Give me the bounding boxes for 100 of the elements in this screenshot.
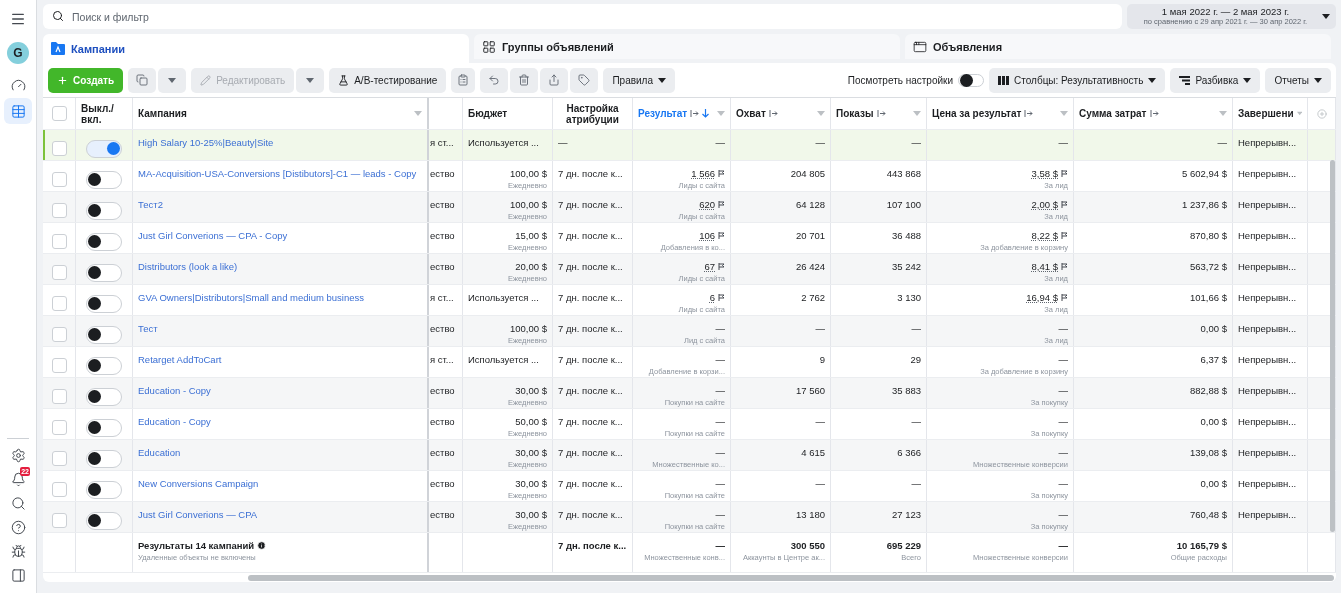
campaign-name[interactable]: New Conversions Campaign: [138, 478, 259, 489]
reach-value: 17 560: [795, 385, 825, 396]
ab-test-button[interactable]: A/B-тестирование: [329, 67, 447, 93]
reports-button[interactable]: Отчеты: [1265, 67, 1331, 93]
toggle-switch[interactable]: [86, 387, 122, 406]
row-checkbox[interactable]: [51, 296, 67, 311]
budget-amount: 50,00 $: [515, 416, 547, 427]
column-header[interactable]: Цена за результат: [932, 108, 1022, 119]
campaign-name[interactable]: MA-Acquisition-USA-Conversions [Distibutors]-C1 — leads - Copy: [138, 168, 417, 179]
info-icon[interactable]: [257, 541, 267, 550]
campaign-name[interactable]: GVA Owners|Distributors|Small and medium business: [138, 292, 364, 303]
campaign-name[interactable]: Тест: [138, 323, 158, 334]
breakdown-button[interactable]: Разбивка: [1170, 67, 1261, 93]
export-icon: [548, 74, 561, 86]
select-all-checkbox[interactable]: [51, 106, 67, 121]
cut-cell-text: ество: [430, 323, 455, 334]
columns-icon: [998, 75, 1010, 85]
row-checkbox[interactable]: [51, 265, 67, 280]
campaign-name[interactable]: High Salary 10-25%|Beauty|Site: [138, 137, 274, 148]
rules-button[interactable]: Правила: [603, 67, 675, 93]
arrow-icon: [690, 110, 700, 117]
column-header[interactable]: Настройка атрибуции: [558, 102, 627, 125]
toggle-switch[interactable]: [958, 73, 985, 87]
search-field[interactable]: Поиск и фильтр: [43, 4, 1122, 29]
row-checkbox[interactable]: [51, 513, 67, 528]
column-header[interactable]: Кампания: [138, 108, 187, 119]
campaign-name[interactable]: Retarget AddToCart: [138, 354, 222, 365]
spent-value: 139,08 $: [1190, 447, 1227, 458]
undo-button[interactable]: [480, 67, 509, 93]
campaign-name[interactable]: Education - Copy: [138, 385, 211, 396]
column-header[interactable]: Завершени: [1238, 108, 1294, 119]
export-button[interactable]: [540, 67, 569, 93]
column-header[interactable]: Бюджет: [468, 108, 508, 119]
scrollbar[interactable]: [1330, 160, 1335, 532]
cut-cell-text: ество: [430, 509, 455, 520]
row-checkbox[interactable]: [51, 420, 67, 435]
toggle-switch[interactable]: [86, 325, 122, 344]
search-icon[interactable]: [10, 495, 26, 511]
campaign-name[interactable]: Just Girl Converions — CPA - Copy: [138, 230, 288, 241]
clipboard-button[interactable]: [451, 67, 476, 93]
impressions-value: 107 100: [886, 199, 921, 210]
toggle-switch[interactable]: [86, 356, 122, 375]
ending-value: Непрерывн...: [1238, 447, 1297, 458]
table-icon[interactable]: [10, 103, 26, 119]
panel-icon[interactable]: [10, 567, 26, 583]
campaign-name[interactable]: Just Girl Converions — CPA: [138, 509, 258, 520]
column-header[interactable]: Показы: [836, 108, 874, 119]
settings-icon[interactable]: [10, 447, 26, 463]
tab[interactable]: Группы объявлений: [474, 34, 900, 59]
toggle-switch[interactable]: [86, 170, 122, 189]
toggle-switch[interactable]: [86, 511, 122, 530]
flag-icon: [1061, 263, 1068, 270]
flag-icon: [718, 201, 725, 208]
menu-icon[interactable]: [10, 11, 26, 27]
column-header[interactable]: Результат: [638, 108, 688, 119]
columns-button[interactable]: Столбцы: Результативность: [989, 67, 1166, 93]
dropdown-button[interactable]: [158, 67, 187, 93]
campaign-name[interactable]: Тест2: [138, 199, 163, 210]
campaign-name[interactable]: Distributors (look a like): [138, 261, 238, 272]
avatar[interactable]: G: [7, 42, 29, 64]
arrow-icon: [876, 110, 886, 117]
row-checkbox[interactable]: [51, 203, 67, 218]
duplicate-button[interactable]: [128, 67, 157, 93]
toggle-switch[interactable]: [86, 418, 122, 437]
row-checkbox[interactable]: [51, 482, 67, 497]
toggle-switch[interactable]: [86, 294, 122, 313]
budget-amount: 20,00 $: [515, 261, 547, 272]
column-header[interactable]: Выкл./вкл.: [81, 102, 127, 125]
delete-button[interactable]: [510, 67, 539, 93]
row-checkbox[interactable]: [51, 172, 67, 187]
spent-value: 563,72 $: [1190, 261, 1227, 272]
toggle-switch[interactable]: [86, 139, 122, 158]
row-checkbox[interactable]: [51, 327, 67, 342]
row-checkbox[interactable]: [51, 451, 67, 466]
cut-cell-text: ество: [430, 416, 455, 427]
toggle-switch[interactable]: [86, 201, 122, 220]
toggle-switch[interactable]: [86, 263, 122, 282]
dropdown-button[interactable]: [296, 67, 325, 93]
toggle-switch[interactable]: [86, 480, 122, 499]
column-header[interactable]: Сумма затрат: [1079, 108, 1147, 119]
gauge-icon[interactable]: [10, 77, 26, 93]
attribution-value: —: [558, 137, 568, 148]
bug-icon[interactable]: [10, 543, 26, 559]
tab[interactable]: Объявления: [905, 34, 1331, 59]
cost-value: 2,00 $: [1031, 199, 1058, 210]
help-icon[interactable]: [10, 519, 26, 535]
cut-cell-text: ество: [430, 385, 455, 396]
tag-button[interactable]: [570, 67, 599, 93]
scrollbar[interactable]: [248, 574, 1334, 581]
tab[interactable]: Кампании: [43, 34, 469, 63]
column-header[interactable]: Охват: [736, 108, 766, 119]
campaign-name[interactable]: Education: [138, 447, 181, 458]
campaign-name[interactable]: Education - Copy: [138, 416, 211, 427]
toggle-switch[interactable]: [86, 449, 122, 468]
row-checkbox[interactable]: [51, 389, 67, 404]
toggle-switch[interactable]: [86, 232, 122, 251]
row-checkbox[interactable]: [51, 141, 67, 156]
budget-amount: Используется ...: [468, 292, 539, 303]
row-checkbox[interactable]: [51, 358, 67, 373]
row-checkbox[interactable]: [51, 234, 67, 249]
